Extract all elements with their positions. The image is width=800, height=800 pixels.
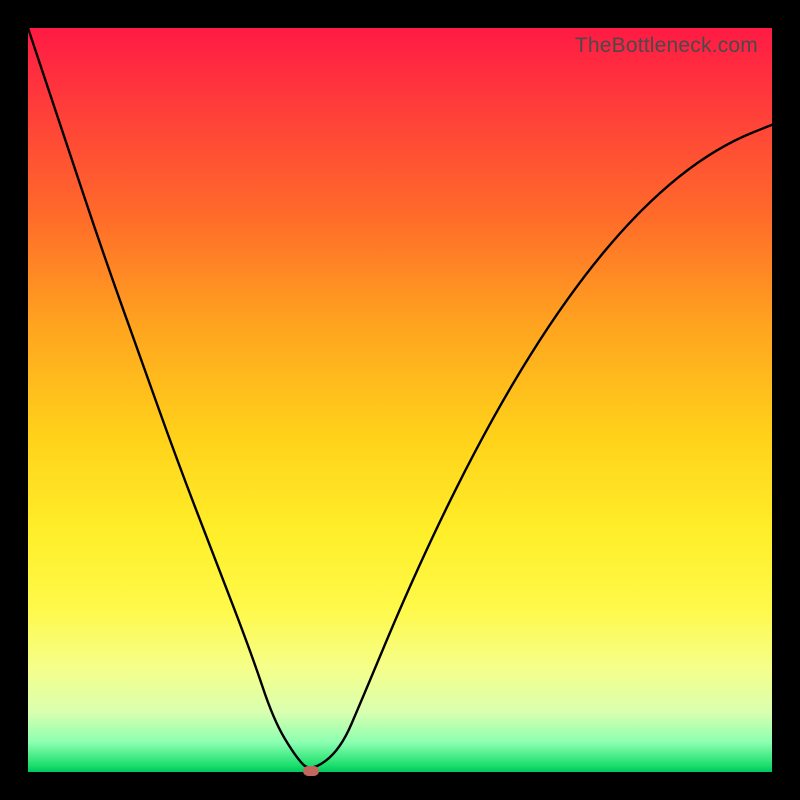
plot-area: TheBottleneck.com: [28, 28, 772, 772]
chart-frame: TheBottleneck.com: [0, 0, 800, 800]
bottleneck-curve: [28, 28, 772, 772]
curve-path: [28, 28, 772, 768]
min-marker: [303, 766, 319, 776]
